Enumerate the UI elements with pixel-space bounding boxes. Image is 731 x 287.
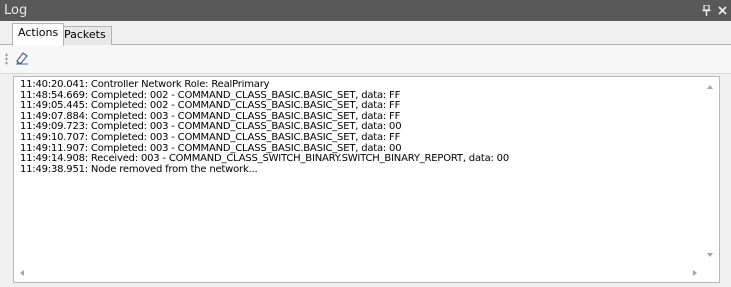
log-line: 11:49:38.951: Node removed from the netw… [20,163,258,175]
title-buttons [697,0,729,21]
log-text-area[interactable]: 11:40:20.041: Controller Network Role: R… [13,76,720,283]
toolbar-grip[interactable] [5,53,8,66]
tab-packets[interactable]: Packets [58,26,112,45]
window-title: Log [4,3,28,18]
eraser-icon [14,50,30,69]
title-bar: Log [0,0,731,21]
scroll-up-icon[interactable] [707,85,713,89]
close-icon[interactable] [715,3,729,19]
clear-log-button[interactable] [12,50,32,68]
tab-strip: Actions Packets [0,21,731,46]
toolbar [0,45,731,74]
log-window: Log Actions Packets 11:40:20.041: Contro… [0,0,731,287]
log-line: 11:49:10.707: Completed: 003 - COMMAND_C… [20,131,401,143]
scroll-left-icon[interactable] [20,270,24,276]
log-lines: 11:40:20.041: Controller Network Role: R… [20,80,700,264]
scroll-right-icon[interactable] [693,270,697,276]
scroll-down-icon[interactable] [707,253,713,257]
pin-icon[interactable] [699,3,713,19]
horizontal-scrollbar[interactable] [14,265,719,282]
vertical-scrollbar[interactable] [702,77,719,266]
tab-actions[interactable]: Actions [12,23,65,46]
log-line: 11:40:20.041: Controller Network Role: R… [20,80,270,90]
